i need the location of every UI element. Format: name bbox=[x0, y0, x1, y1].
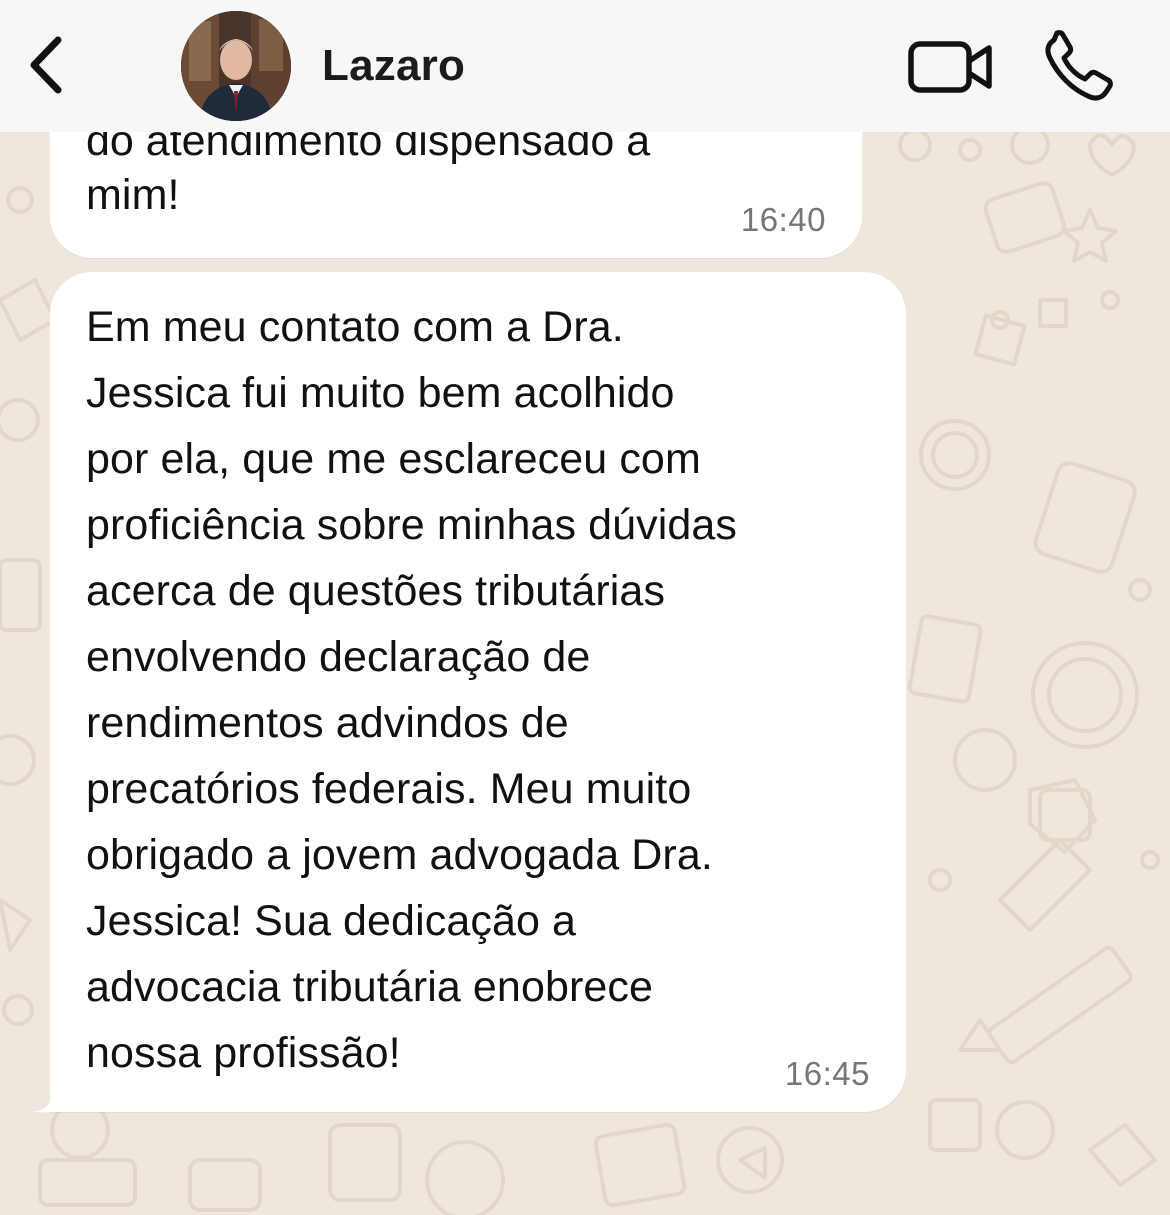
chat-header: Lazaro bbox=[0, 0, 1170, 132]
chat-screen: Lazaro do atendimento dispensado a mim! … bbox=[0, 0, 1170, 1215]
chevron-left-icon bbox=[30, 36, 62, 94]
video-call-button[interactable] bbox=[905, 34, 995, 100]
contact-avatar[interactable] bbox=[181, 11, 291, 121]
message-timestamp: 16:40 bbox=[740, 201, 826, 238]
message-bubble[interactable]: Em meu contato com a Dra. Jessica fui mu… bbox=[50, 272, 906, 1112]
avatar-photo bbox=[181, 11, 291, 121]
video-camera-icon bbox=[908, 41, 992, 93]
voice-call-button[interactable] bbox=[1040, 30, 1120, 102]
phone-icon bbox=[1045, 30, 1113, 101]
contact-name[interactable]: Lazaro bbox=[322, 38, 465, 94]
message-text: Em meu contato com a Dra. Jessica fui mu… bbox=[86, 303, 738, 1077]
message-text: mim! bbox=[86, 171, 180, 219]
back-button[interactable] bbox=[18, 30, 74, 100]
message-timestamp: 16:45 bbox=[784, 1055, 870, 1092]
